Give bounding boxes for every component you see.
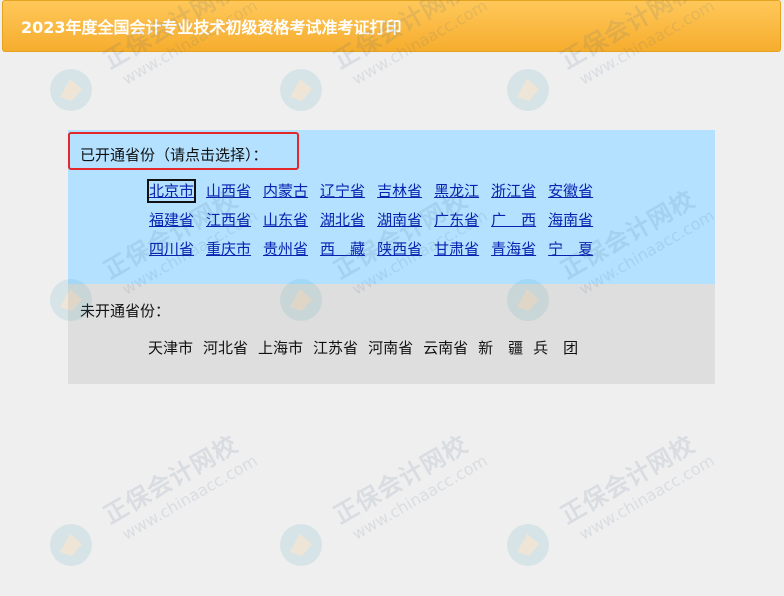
province-link-zhejiang[interactable]: 浙江省: [490, 180, 537, 202]
page-header: 2023年度全国会计专业技术初级资格考试准考证打印: [2, 0, 781, 52]
closed-provinces-label: 未开通省份：: [80, 302, 171, 320]
closed-province-henan: 河南省: [368, 339, 414, 357]
watermark-url: www.chinaacc.com: [118, 450, 261, 544]
logo-icon: [507, 524, 549, 566]
province-link-beijing[interactable]: 北京市: [146, 179, 197, 203]
watermark-url: www.chinaacc.com: [348, 450, 491, 544]
closed-province-yunnan: 云南省: [423, 339, 469, 357]
closed-provinces-row: 天津市 河北省 上海市 江苏省 河南省 云南省 新 疆 兵 团: [148, 337, 578, 359]
closed-provinces-panel: 未开通省份： 天津市 河北省 上海市 江苏省 河南省 云南省 新 疆 兵 团: [68, 284, 715, 384]
province-link-guizhou[interactable]: 贵州省: [262, 238, 309, 260]
watermark: 正保会计网校 www.chinaacc.com: [48, 430, 261, 580]
province-link-shanxi[interactable]: 山西省: [205, 180, 252, 202]
province-link-xizang[interactable]: 西 藏: [319, 238, 366, 260]
watermark: 正保会计网校 www.chinaacc.com: [505, 0, 718, 125]
closed-province-xinjiang: 新 疆: [478, 339, 524, 357]
closed-province-bingtuan: 兵 团: [533, 339, 579, 357]
province-link-hunan[interactable]: 湖南省: [376, 209, 423, 231]
province-link-shandong[interactable]: 山东省: [262, 209, 309, 231]
page-title: 2023年度全国会计专业技术初级资格考试准考证打印: [21, 18, 402, 37]
province-link-hainan[interactable]: 海南省: [547, 209, 594, 231]
watermark-brand: 正保会计网校: [99, 430, 243, 530]
closed-province-jiangsu: 江苏省: [313, 339, 359, 357]
province-link-shaanxi[interactable]: 陕西省: [376, 238, 423, 260]
closed-province-shanghai: 上海市: [258, 339, 304, 357]
province-row-3: 四川省 重庆市 贵州省 西 藏 陕西省 甘肃省 青海省 宁 夏: [148, 238, 594, 260]
province-link-ningxia[interactable]: 宁 夏: [547, 238, 594, 260]
logo-icon: [50, 524, 92, 566]
province-link-guangdong[interactable]: 广东省: [433, 209, 480, 231]
closed-province-hebei: 河北省: [203, 339, 249, 357]
province-link-liaoning[interactable]: 辽宁省: [319, 180, 366, 202]
province-link-hubei[interactable]: 湖北省: [319, 209, 366, 231]
open-provinces-panel: 已开通省份（请点击选择）： 北京市 山西省 内蒙古 辽宁省 吉林省 黑龙江 浙江…: [68, 130, 715, 284]
province-link-gansu[interactable]: 甘肃省: [433, 238, 480, 260]
watermark: 正保会计网校 www.chinaacc.com: [505, 430, 718, 580]
watermark: 正保会计网校 www.chinaacc.com: [278, 430, 491, 580]
province-row-2: 福建省 江西省 山东省 湖北省 湖南省 广东省 广 西 海南省: [148, 209, 594, 231]
watermark: 正保会计网校 www.chinaacc.com: [48, 0, 261, 125]
logo-icon: [280, 524, 322, 566]
province-link-chongqing[interactable]: 重庆市: [205, 238, 252, 260]
province-link-heilongjiang[interactable]: 黑龙江: [433, 180, 480, 202]
logo-icon: [50, 69, 92, 111]
province-row-1: 北京市 山西省 内蒙古 辽宁省 吉林省 黑龙江 浙江省 安徽省: [146, 179, 594, 203]
province-link-guangxi[interactable]: 广 西: [490, 209, 537, 231]
province-link-sichuan[interactable]: 四川省: [148, 238, 195, 260]
watermark: 正保会计网校 www.chinaacc.com: [278, 0, 491, 125]
watermark-brand: 正保会计网校: [329, 430, 473, 530]
province-link-fujian[interactable]: 福建省: [148, 209, 195, 231]
province-link-qinghai[interactable]: 青海省: [490, 238, 537, 260]
province-link-jilin[interactable]: 吉林省: [376, 180, 423, 202]
open-provinces-label: 已开通省份（请点击选择）：: [80, 146, 268, 164]
watermark-brand: 正保会计网校: [556, 430, 700, 530]
closed-province-tianjin: 天津市: [148, 339, 194, 357]
province-link-anhui[interactable]: 安徽省: [547, 180, 594, 202]
logo-icon: [507, 69, 549, 111]
province-link-neimenggu[interactable]: 内蒙古: [262, 180, 309, 202]
province-link-jiangxi[interactable]: 江西省: [205, 209, 252, 231]
watermark-url: www.chinaacc.com: [575, 450, 718, 544]
logo-icon: [280, 69, 322, 111]
